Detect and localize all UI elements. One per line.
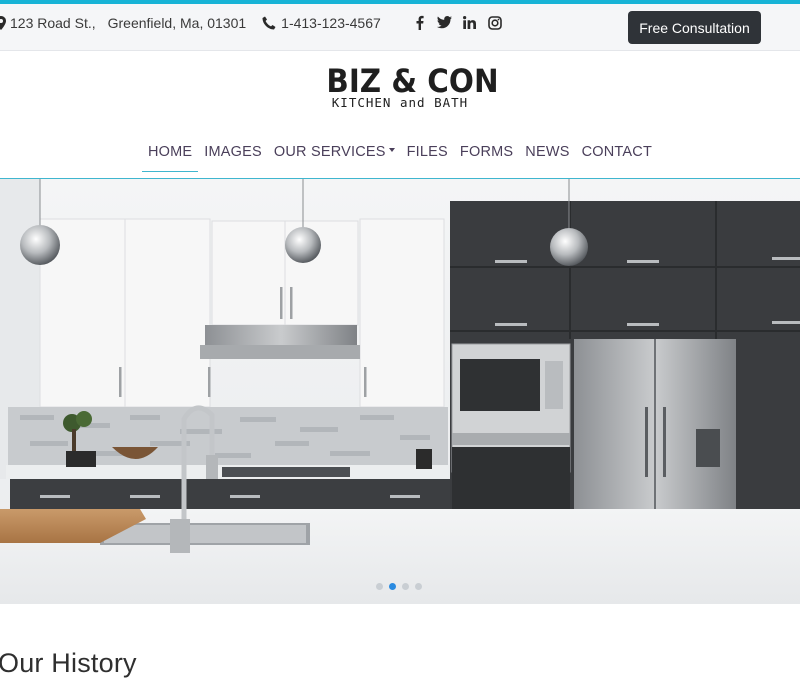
kitchen-hero-image: [0, 179, 800, 604]
logo-title: BIZ & CON: [326, 62, 499, 100]
main-navigation: HOME IMAGES OUR SERVICES FILES FORMS NEW…: [0, 140, 800, 172]
carousel-dot-2[interactable]: [389, 583, 396, 590]
address-city: Greenfield, Ma, 01301: [107, 15, 247, 31]
nav-item-home[interactable]: HOME: [141, 140, 199, 172]
nav-item-images[interactable]: IMAGES: [198, 140, 268, 172]
facebook-icon[interactable]: [412, 15, 427, 30]
social-links: [412, 15, 502, 30]
instagram-icon[interactable]: [487, 15, 502, 30]
hero-carousel[interactable]: [0, 178, 800, 604]
nav-item-forms[interactable]: FORMS: [454, 140, 519, 172]
caret-down-icon: [388, 148, 395, 153]
address-street: 123 Road St.,: [10, 15, 96, 31]
phone-link[interactable]: 1-413-123-4567: [262, 15, 381, 31]
brand-logo[interactable]: BIZ & CON KITCHEN and BATH: [320, 62, 499, 112]
nav-item-our-services[interactable]: OUR SERVICES: [268, 140, 401, 172]
phone-number: 1-413-123-4567: [281, 15, 381, 31]
map-marker-icon: [0, 16, 6, 30]
linkedin-icon[interactable]: [462, 15, 477, 30]
nav-item-news[interactable]: NEWS: [519, 140, 575, 172]
contact-info: 123 Road St., Greenfield, Ma, 01301 1-41…: [0, 15, 381, 31]
nav-item-our-services-label: OUR SERVICES: [273, 144, 386, 160]
carousel-dot-1[interactable]: [376, 583, 383, 590]
section-title: Our History: [0, 648, 137, 678]
free-consultation-button[interactable]: Free Consultation: [628, 11, 761, 44]
top-contact-bar: 123 Road St., Greenfield, Ma, 01301 1-41…: [0, 4, 800, 51]
carousel-dot-4[interactable]: [415, 583, 422, 590]
nav-item-contact[interactable]: CONTACT: [576, 140, 658, 172]
nav-item-files[interactable]: FILES: [401, 140, 454, 172]
carousel-dot-3[interactable]: [402, 583, 409, 590]
phone-icon: [262, 16, 276, 30]
twitter-icon[interactable]: [437, 15, 452, 30]
carousel-indicators: [376, 583, 422, 590]
